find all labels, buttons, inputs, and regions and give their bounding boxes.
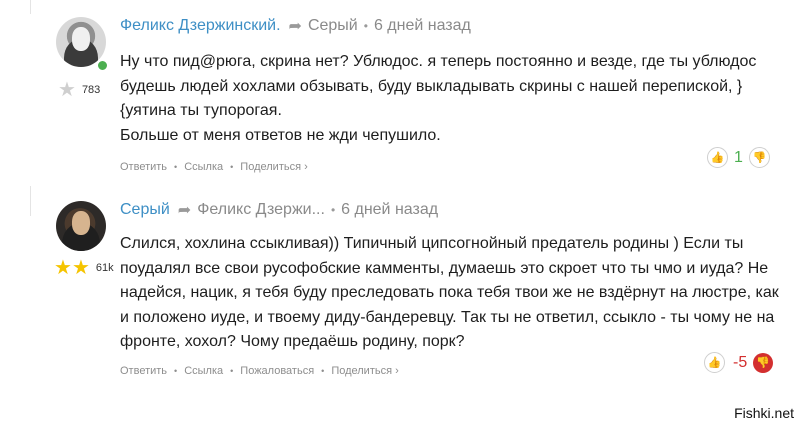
separator-dot: •	[230, 366, 234, 376]
reply-link[interactable]: Ответить	[120, 365, 167, 377]
rating-value: 61k	[95, 262, 114, 274]
separator-dot: •	[321, 366, 325, 376]
share-link[interactable]: Поделиться ›	[240, 161, 307, 173]
comment-text-line: поудалял все свои русофобские камменты, …	[120, 259, 769, 277]
comment-text-line: и положено иуде, и твоему диду-бандеревц…	[120, 308, 775, 326]
separator-dot: •	[363, 19, 368, 33]
comment: ★ 783 Феликс Дзержинский. ➦ Серый • 6 дн…	[0, 0, 800, 190]
reply-link[interactable]: Ответить	[120, 161, 167, 173]
avatar[interactable]	[56, 201, 106, 251]
author-link[interactable]: Феликс Дзержинский.	[120, 17, 281, 35]
comment-text: Ну что пид@рюга, скрина нет? Ублюдос. я …	[120, 50, 780, 148]
comment-text-line: Ну что пид@рюга, скрина нет? Ублюдос. я …	[120, 53, 757, 70]
separator-dot: •	[174, 162, 178, 172]
thumbs-up-icon[interactable]: 👍	[707, 147, 728, 168]
timestamp: 6 дней назад	[341, 201, 439, 218]
comment-text-line: будешь людей хохлами обзывать, буду выкл…	[120, 77, 743, 95]
rating-value: 783	[81, 84, 101, 96]
star-icon: ★	[54, 257, 72, 279]
comment-meta: Феликс Дзержинский. ➦ Серый • 6 дней наз…	[120, 16, 471, 36]
comment-text-line: фронте, хохол? Чому предаёшь родину, пор…	[120, 333, 465, 350]
watermark: Fishki.net	[734, 405, 794, 421]
vote-score: 1	[734, 148, 743, 166]
reply-to-link[interactable]: Серый	[308, 17, 358, 35]
vote-widget: 👍 1 👎	[707, 147, 770, 168]
timestamp: 6 дней назад	[373, 17, 471, 34]
comment-text-line: Слился, хохлина ссыкливая)) Типичный цип…	[120, 235, 744, 252]
comment-text-line: надейся, нацик, я тебя буду преследовать…	[120, 284, 779, 301]
thread-line	[30, 186, 31, 216]
thumbs-down-icon[interactable]: 👎	[753, 352, 774, 373]
reply-arrow-icon: ➦	[177, 202, 192, 219]
avatar-figure	[72, 27, 90, 51]
user-rating: ★ ★ 61k	[54, 258, 114, 278]
thumbs-up-icon[interactable]: 👍	[704, 352, 725, 373]
avatar-figure	[72, 211, 90, 235]
comment-text-line: Больше от меня ответов не жди чепушило.	[120, 126, 441, 144]
permalink-link[interactable]: Ссылка	[184, 365, 223, 377]
star-icon: ★	[58, 79, 76, 101]
comment-meta: Серый ➦ Феликс Дзержи... • 6 дней назад	[120, 200, 438, 220]
online-status-dot	[96, 59, 109, 72]
reply-arrow-icon: ➦	[288, 18, 302, 35]
comment-text: Слился, хохлина ссыкливая)) Типичный цип…	[120, 232, 780, 355]
vote-score: -5	[733, 353, 748, 371]
separator-dot: •	[330, 203, 336, 217]
share-link[interactable]: Поделиться ›	[331, 365, 398, 377]
star-icon: ★	[71, 257, 90, 279]
comment: ★ ★ 61k Серый ➦ Феликс Дзержи... • 6 дне…	[0, 186, 800, 395]
vote-widget: 👍 -5 👎	[704, 352, 774, 373]
permalink-link[interactable]: Ссылка	[184, 161, 223, 173]
author-link[interactable]: Серый	[120, 201, 170, 219]
separator-dot: •	[230, 162, 234, 172]
user-rating: ★ 783	[58, 80, 100, 100]
thumbs-down-icon[interactable]: 👎	[748, 147, 770, 168]
comment-actions: Ответить • Ссылка • Поделиться ›	[120, 161, 308, 173]
report-link[interactable]: Пожаловаться	[240, 365, 314, 377]
thread-line	[30, 0, 31, 14]
reply-to-link[interactable]: Феликс Дзержи...	[197, 201, 325, 219]
comment-actions: Ответить • Ссылка • Пожаловаться • Подел…	[120, 365, 399, 377]
comment-text-line: {уятина ты тупорогая.	[120, 102, 282, 119]
separator-dot: •	[174, 366, 178, 376]
